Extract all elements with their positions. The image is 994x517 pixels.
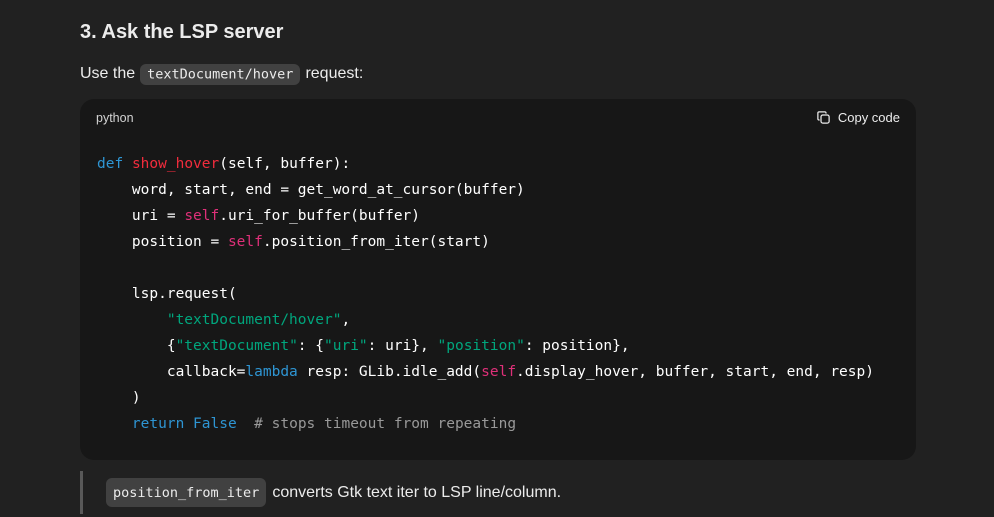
intro-text-after: request: xyxy=(305,65,363,82)
code-line: ) xyxy=(97,385,900,411)
chat-message: 3. Ask the LSP server Use the textDocumen… xyxy=(0,0,994,514)
code-line: word, start, end = get_word_at_cursor(bu… xyxy=(97,177,900,203)
code-line: def show_hover(self, buffer): xyxy=(97,151,900,177)
code-line: position = self.position_from_iter(start… xyxy=(97,229,900,255)
code-line: return False # stops timeout from repeat… xyxy=(97,411,900,437)
code-line: callback=lambda resp: GLib.idle_add(self… xyxy=(97,359,900,385)
inline-code-textdocument-hover: textDocument/hover xyxy=(140,64,300,85)
copy-code-button[interactable]: Copy code xyxy=(816,110,900,125)
copy-icon xyxy=(816,110,831,125)
code-block: python Copy code def show_hover(self, bu… xyxy=(80,99,916,460)
code-block-header: python Copy code xyxy=(80,99,916,135)
copy-code-label: Copy code xyxy=(838,110,900,125)
intro-text-before: Use the xyxy=(80,65,135,82)
code-line: "textDocument/hover", xyxy=(97,307,900,333)
code-line xyxy=(97,255,900,281)
code-line: lsp.request( xyxy=(97,281,900,307)
code-content: def show_hover(self, buffer): word, star… xyxy=(80,135,916,460)
inline-code-position-from-iter: position_from_iter xyxy=(106,478,266,507)
blockquote-text: converts Gtk text iter to LSP line/colum… xyxy=(272,481,561,505)
code-line: uri = self.uri_for_buffer(buffer) xyxy=(97,203,900,229)
section-heading: 3. Ask the LSP server xyxy=(80,20,916,45)
intro-paragraph: Use the textDocument/hover request: xyxy=(80,62,916,86)
code-line: {"textDocument": {"uri": uri}, "position… xyxy=(97,333,900,359)
code-language-label: python xyxy=(96,111,134,125)
blockquote: position_from_iterconverts Gtk text iter… xyxy=(80,471,916,514)
